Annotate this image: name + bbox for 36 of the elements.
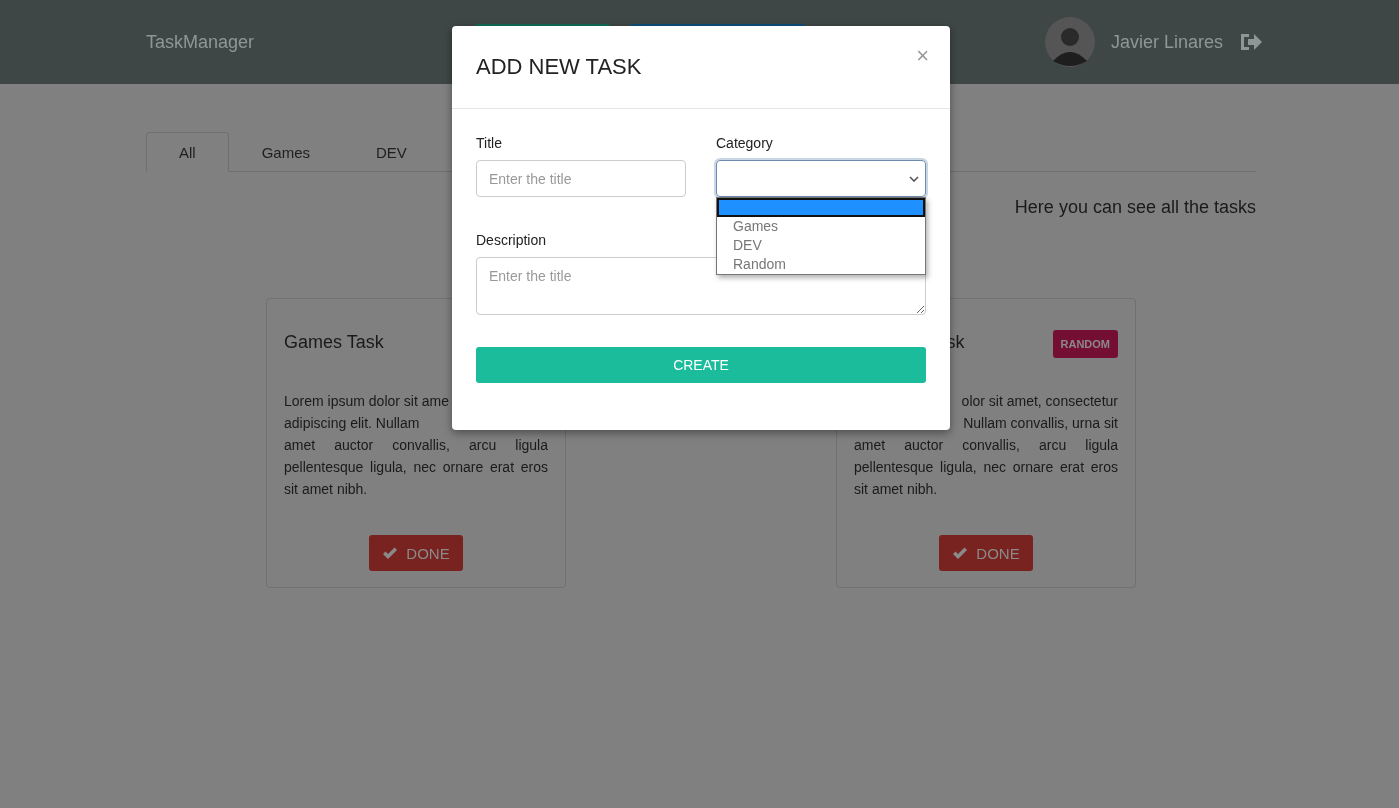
title-input[interactable]: Enter the title [476,160,686,197]
description-line: Lorem ipsum dolor sit ame [284,392,449,411]
description-line: pellentesque ligula, nec ornare erat eros [284,458,548,477]
field-label: Category [716,135,773,151]
close-button[interactable]: × [912,43,933,69]
category-tab[interactable]: DEV [343,132,440,172]
description-line: amet auctor convallis, arcu ligula [854,436,1118,455]
dropdown-option[interactable]: Games [717,217,925,236]
description-line: Nullam convallis, urna sit [963,414,1118,433]
create-button[interactable]: CREATE [476,347,926,383]
check-icon [952,546,969,560]
logout-icon[interactable] [1239,32,1263,52]
page-subtitle: Here you can see all the tasks [1014,197,1256,218]
caret-icon [909,175,919,182]
description-line: sit amet nibh. [854,480,938,499]
dropdown-option[interactable]: Random [717,255,925,274]
description-line: pellentesque ligula, nec ornare erat eros [854,458,1118,477]
category-select[interactable] [716,160,926,197]
field-label: Title [476,135,502,151]
category-tab[interactable]: All [146,132,229,172]
done-button[interactable]: DONE [369,535,463,571]
category-tab[interactable]: Games [228,132,344,172]
field-label: Description [476,232,547,248]
dropdown-option[interactable]: DEV [717,236,925,255]
description-line: sit amet nibh. [284,480,368,499]
avatar-icon [1044,17,1095,67]
dialog-title: ADD NEW TASK [476,54,642,80]
description-line: amet auctor convallis, arcu ligula [284,436,548,455]
done-button[interactable]: DONE [939,535,1033,571]
check-icon [382,546,399,560]
dropdown-option[interactable] [717,198,925,217]
task-title: Games Task [284,332,384,353]
category-badge: RANDOM [1052,330,1118,358]
description-line: adipiscing elit. Nullam [284,414,420,433]
description-line: olor sit amet, consectetur [961,392,1118,411]
user-name: Javier Linares [1110,31,1223,53]
